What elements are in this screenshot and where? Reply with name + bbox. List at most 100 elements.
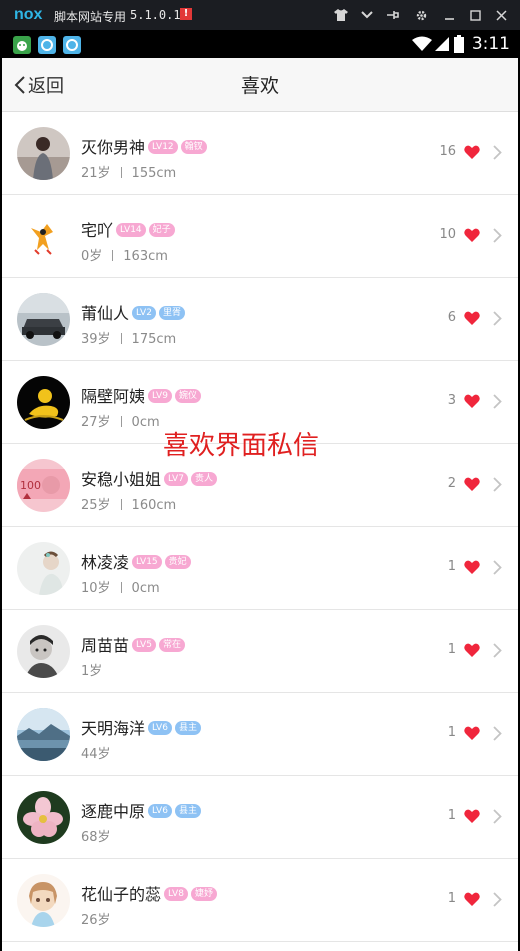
meta-divider <box>120 582 122 593</box>
like-count: 3 <box>447 393 456 408</box>
android-app-icon <box>13 36 31 54</box>
chevron-right-icon <box>493 228 502 243</box>
user-height: 0cm <box>131 415 160 430</box>
user-height: 175cm <box>131 332 177 347</box>
app-notification-icon <box>63 36 81 54</box>
gear-icon[interactable] <box>410 5 432 25</box>
avatar[interactable] <box>17 210 70 263</box>
meta-divider <box>112 250 114 261</box>
like-count: 1 <box>447 891 456 906</box>
title-badge: 里胥 <box>158 305 185 320</box>
title-badge: 婕妤 <box>190 886 217 901</box>
user-name: 莆仙人 <box>81 304 130 323</box>
avatar[interactable] <box>17 874 70 927</box>
like-count: 10 <box>439 227 456 242</box>
level-badge: LV14 <box>116 222 146 237</box>
heart-icon[interactable] <box>464 892 480 906</box>
avatar[interactable] <box>17 542 70 595</box>
user-meta: 27岁 0cm <box>81 411 160 430</box>
chevron-right-icon <box>493 892 502 907</box>
heart-icon[interactable] <box>464 726 480 740</box>
user-meta: 21岁 155cm <box>81 162 176 181</box>
user-meta: 44岁 <box>81 743 111 762</box>
chevron-right-icon <box>493 145 502 160</box>
like-count: 1 <box>447 642 456 657</box>
chevron-down-icon[interactable] <box>356 5 378 25</box>
user-height: 0cm <box>131 581 160 596</box>
user-name: 灭你男神 <box>81 138 146 157</box>
user-name: 花仙子的蕊 <box>81 885 162 904</box>
svg-text:100: 100 <box>20 479 41 492</box>
like-count: 1 <box>447 808 456 823</box>
heart-icon[interactable] <box>464 643 480 657</box>
list-item[interactable]: 天明海洋 LV6 县主 44岁 1 <box>2 693 518 776</box>
avatar[interactable] <box>17 791 70 844</box>
heart-icon[interactable] <box>464 394 480 408</box>
like-count: 16 <box>439 144 456 159</box>
overlay-caption: 喜欢界面私信 <box>163 431 320 461</box>
close-icon[interactable] <box>490 5 512 25</box>
level-badge: LV6 <box>148 803 172 818</box>
heart-icon[interactable] <box>464 311 480 325</box>
avatar[interactable]: 100 <box>17 459 70 512</box>
user-age: 21岁 <box>81 166 111 181</box>
pin-icon[interactable] <box>382 5 404 25</box>
user-meta: 26岁 <box>81 909 111 928</box>
level-badge: LV6 <box>148 720 172 735</box>
heart-icon[interactable] <box>464 145 480 159</box>
app-notification-icon <box>38 36 56 54</box>
chevron-right-icon <box>493 560 502 575</box>
user-meta: 0岁 163cm <box>81 245 168 264</box>
emulator-title: 脚本网站专用 <box>54 10 127 24</box>
warning-icon[interactable]: ! <box>180 8 192 20</box>
user-name-line: 周苗苗 LV5 常在 <box>81 632 185 656</box>
avatar[interactable] <box>17 127 70 180</box>
user-age: 39岁 <box>81 332 111 347</box>
title-badge: 贵人 <box>190 471 217 486</box>
list-item[interactable]: 花仙子的蕊 LV8 婕妤 26岁 1 <box>2 859 518 942</box>
meta-divider <box>120 416 122 427</box>
user-age: 44岁 <box>81 747 111 762</box>
user-name: 周苗苗 <box>81 636 130 655</box>
level-badge: LV5 <box>132 637 156 652</box>
level-badge: LV9 <box>148 388 172 403</box>
like-count: 1 <box>447 559 456 574</box>
level-badge: LV15 <box>132 554 162 569</box>
list-item[interactable]: 莆仙人 LV2 里胥 39岁 175cm 6 <box>2 278 518 361</box>
chevron-right-icon <box>493 311 502 326</box>
list-item[interactable]: 周苗苗 LV5 常在 1岁 1 <box>2 610 518 693</box>
user-meta: 25岁 160cm <box>81 494 176 513</box>
title-badge: 县主 <box>174 803 201 818</box>
avatar[interactable] <box>17 625 70 678</box>
title-badge: 常在 <box>158 637 185 652</box>
chevron-right-icon <box>493 809 502 824</box>
list-item[interactable]: 灭你男神 LV12 翰钗 21岁 155cm 16 <box>2 112 518 195</box>
user-name: 逐鹿中原 <box>81 802 146 821</box>
avatar[interactable] <box>17 376 70 429</box>
minimize-icon[interactable] <box>438 5 460 25</box>
title-badge: 妃子 <box>148 222 175 237</box>
user-age: 68岁 <box>81 830 111 845</box>
heart-icon[interactable] <box>464 560 480 574</box>
heart-icon[interactable] <box>464 809 480 823</box>
status-indicators: 3:11 <box>411 33 510 55</box>
heart-icon[interactable] <box>464 477 480 491</box>
emulator-titlebar: nox 脚本网站专用 5.1.0.1 ! <box>0 0 520 30</box>
heart-icon[interactable] <box>464 228 480 242</box>
level-badge: LV12 <box>148 139 178 154</box>
list-item[interactable]: 林凌凌 LV15 贵妃 10岁 0cm 1 <box>2 527 518 610</box>
user-height: 155cm <box>131 166 177 181</box>
list-item[interactable]: 逐鹿中原 LV6 县主 68岁 1 <box>2 776 518 859</box>
liked-users-list: 灭你男神 LV12 翰钗 21岁 155cm 16 宅吖 LV14 妃子 0岁 163cm … <box>2 112 518 942</box>
signal-icon <box>434 37 449 51</box>
list-item[interactable]: 宅吖 LV14 妃子 0岁 163cm 10 <box>2 195 518 278</box>
user-name-line: 逐鹿中原 LV6 县主 <box>81 798 201 822</box>
maximize-icon[interactable] <box>464 5 486 25</box>
user-name: 安稳小姐姐 <box>81 470 162 489</box>
user-name: 林凌凌 <box>81 553 130 572</box>
shirt-icon[interactable] <box>330 5 352 25</box>
avatar[interactable] <box>17 708 70 761</box>
avatar[interactable] <box>17 293 70 346</box>
user-age: 1岁 <box>81 664 103 679</box>
level-badge: LV2 <box>132 305 156 320</box>
